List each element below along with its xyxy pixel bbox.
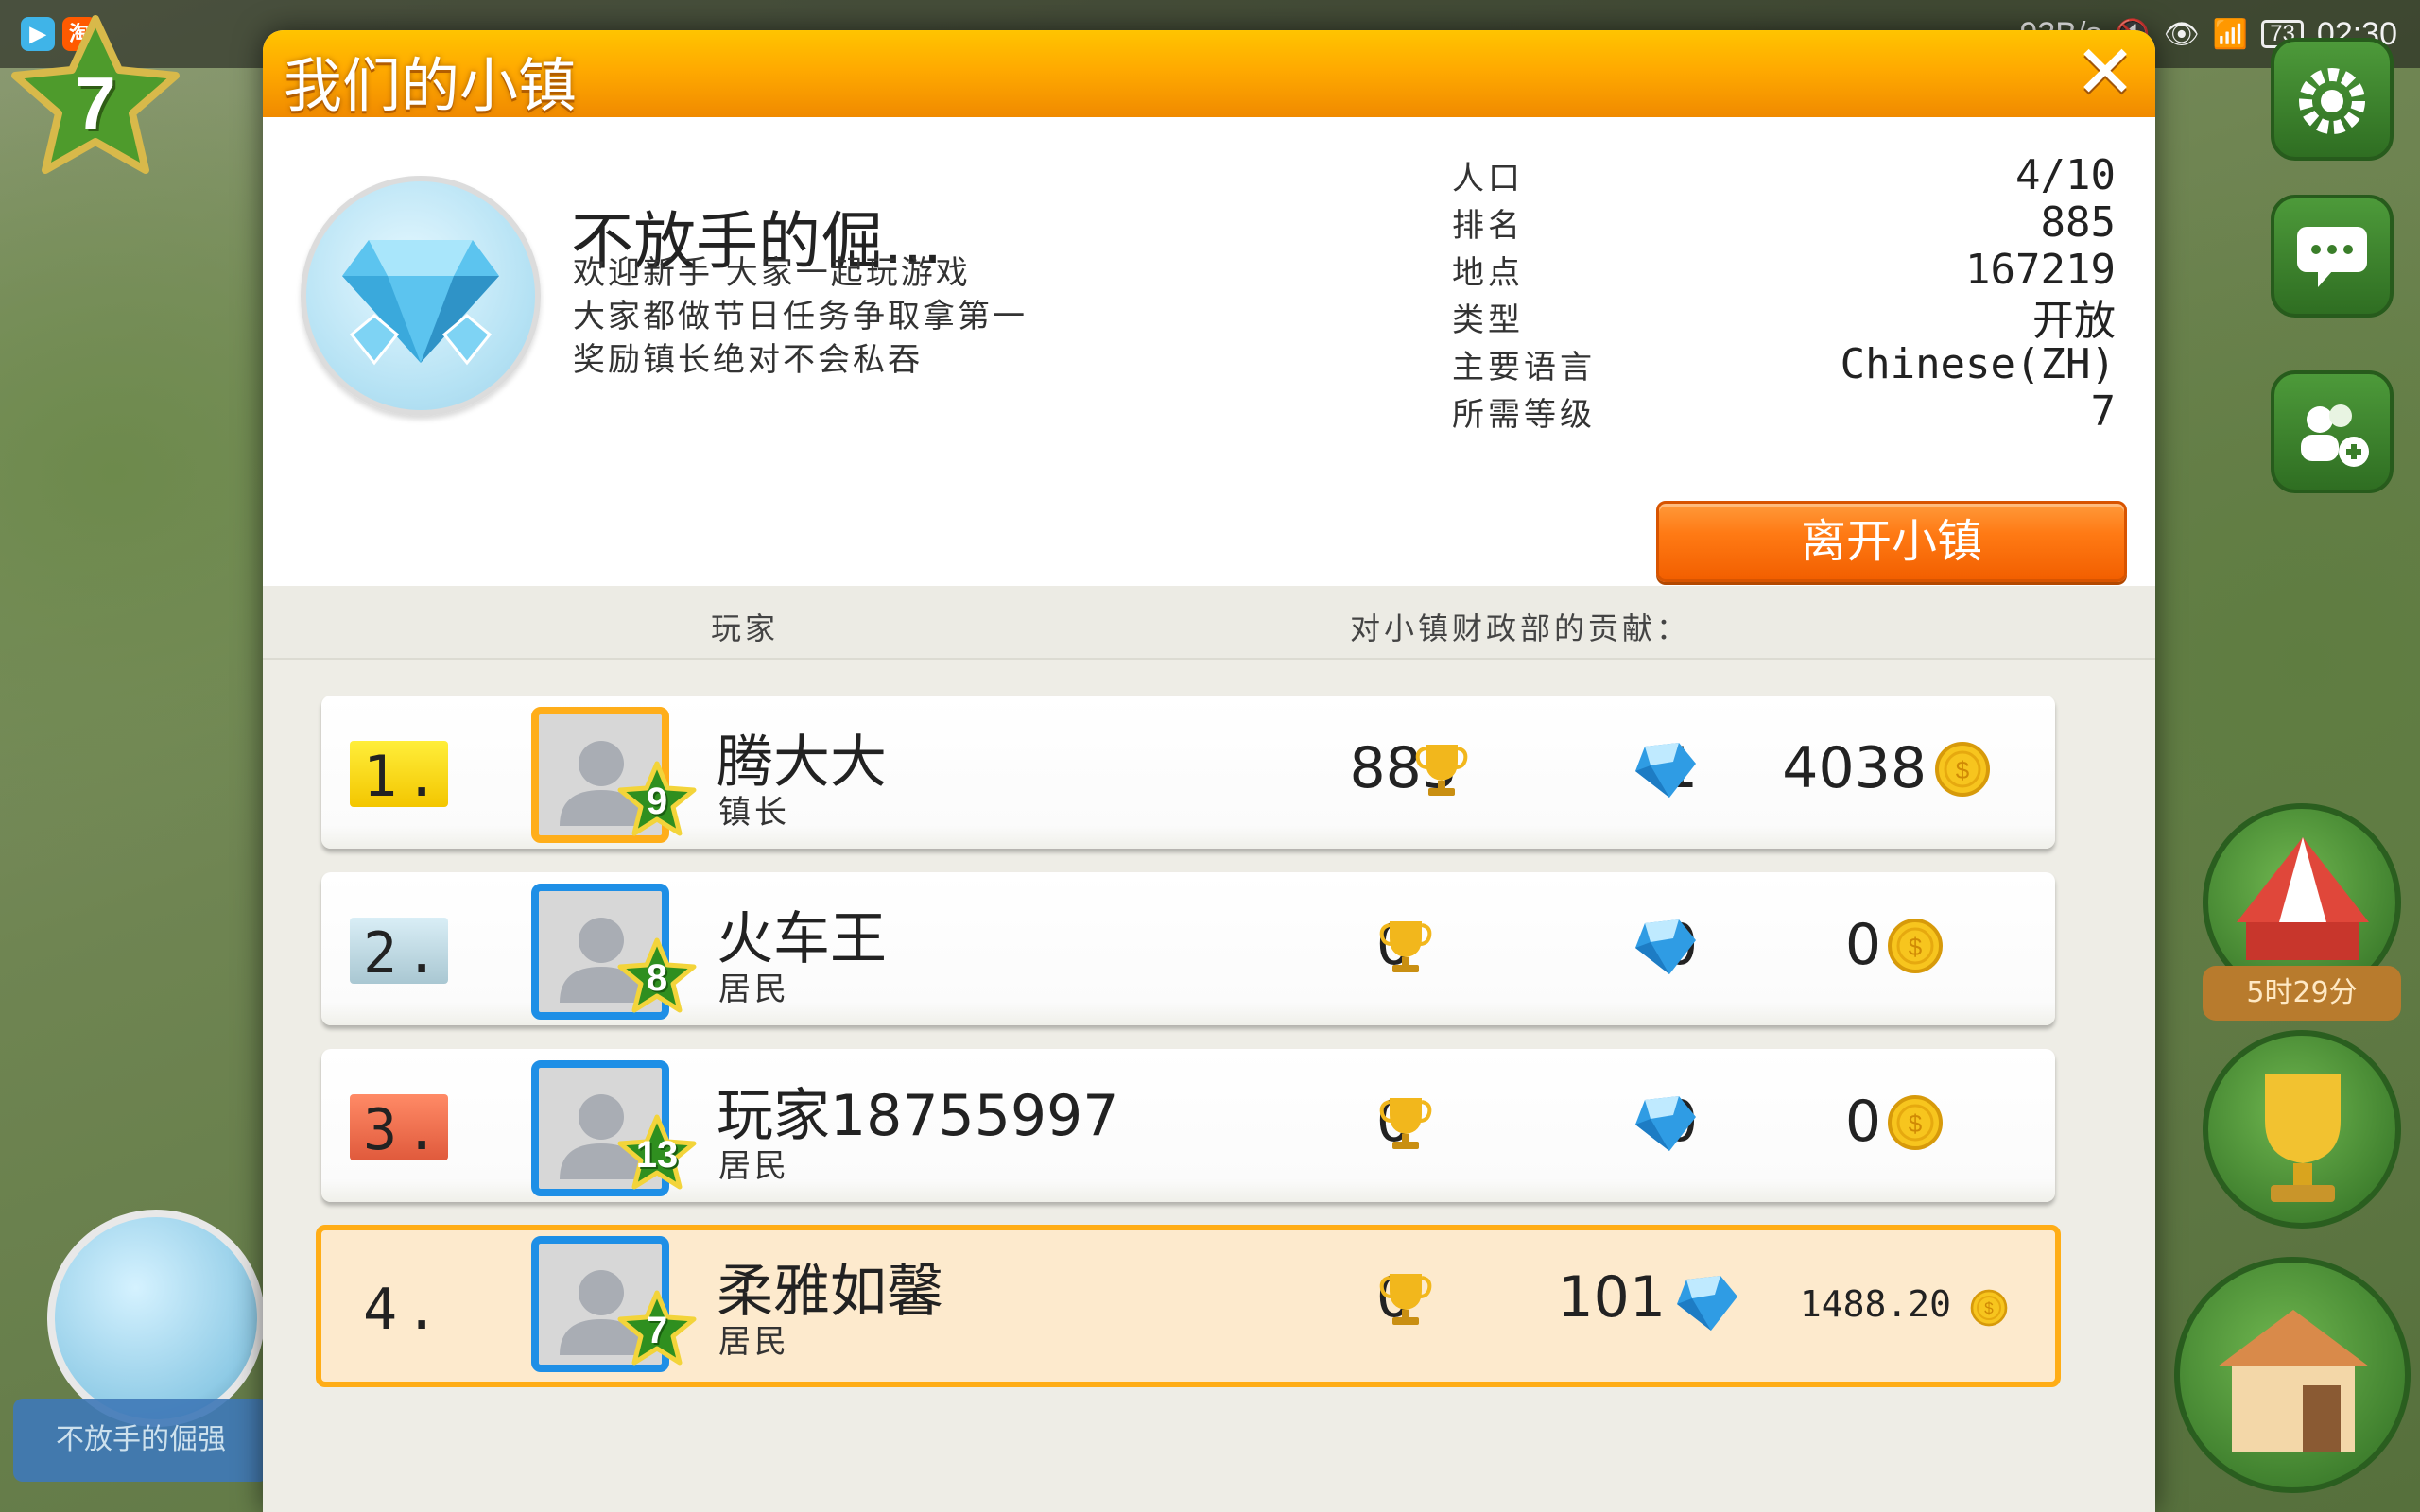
rank-badge: 2. bbox=[350, 918, 448, 987]
wifi-icon: 📶 bbox=[2212, 18, 2249, 50]
leave-town-button[interactable]: 离开小镇 bbox=[1656, 501, 2127, 582]
player-level: 9 bbox=[646, 781, 668, 822]
svg-text:$: $ bbox=[1909, 1109, 1923, 1138]
stat-value: 4/10 bbox=[2015, 150, 2116, 199]
add-friend-button[interactable] bbox=[2271, 370, 2394, 493]
chat-icon bbox=[2297, 227, 2367, 287]
town-emblem bbox=[301, 176, 541, 416]
player-role: 镇长 bbox=[718, 794, 790, 832]
stat-label: 地点 bbox=[1452, 253, 1524, 292]
stat-value: Chinese(ZH) bbox=[1840, 339, 2116, 388]
level-star: 13 bbox=[616, 1113, 698, 1193]
town-description-line: 欢迎新手 大家一起玩游戏 bbox=[573, 254, 971, 292]
coin-count: 0 bbox=[1844, 1089, 1881, 1155]
level-star: 7 bbox=[616, 1289, 698, 1368]
shop-button[interactable] bbox=[2174, 1257, 2411, 1493]
stat-label: 主要语言 bbox=[1452, 348, 1596, 387]
coin-icon: $ bbox=[1888, 919, 1943, 973]
coin-icon: $ bbox=[1970, 1289, 2008, 1327]
house-icon bbox=[2218, 1310, 2369, 1452]
rank-badge: 1. bbox=[350, 741, 448, 810]
stat-rank: 排名 885 bbox=[1452, 198, 2116, 247]
stat-label: 类型 bbox=[1452, 301, 1524, 339]
town-info-panel: 不放手的倔... 欢迎新手 大家一起玩游戏 大家都做节日任务争取拿第一 奖励镇长… bbox=[263, 117, 2155, 586]
stat-value: 885 bbox=[2040, 198, 2116, 247]
svg-text:$: $ bbox=[1956, 756, 1970, 784]
stat-label: 所需等级 bbox=[1452, 395, 1596, 434]
event-timer: 5时29分 bbox=[2203, 966, 2401, 1021]
trophy-icon bbox=[1379, 921, 1432, 972]
player-level: 13 bbox=[635, 1134, 679, 1176]
stat-label: 排名 bbox=[1452, 206, 1524, 245]
diamond-count: 101 bbox=[1557, 1264, 1666, 1331]
trophy-icon bbox=[1415, 745, 1468, 796]
stat-value: 开放 bbox=[2032, 297, 2116, 345]
town-dialog: 我们的小镇 ✕ 不放手的倔... 欢迎新手 大家一起玩游戏 大家都做节日任务争取… bbox=[263, 30, 2155, 1512]
diamond-icon bbox=[1635, 743, 1696, 798]
level-star: 8 bbox=[616, 936, 698, 1016]
stat-language: 主要语言 Chinese(ZH) bbox=[1452, 339, 2116, 388]
settings-button[interactable] bbox=[2271, 38, 2394, 161]
town-stats: 人口 4/10 排名 885 地点 167219 类型 开放 主要语言 Chin… bbox=[1452, 150, 2117, 436]
diamond-icon bbox=[1677, 1276, 1737, 1331]
player-level: 7 bbox=[75, 61, 116, 145]
town-description-line: 奖励镇长绝对不会私吞 bbox=[573, 341, 923, 379]
svg-text:$: $ bbox=[1984, 1299, 1994, 1318]
coin-icon: $ bbox=[1888, 1095, 1943, 1150]
table-row[interactable]: 1. 9 腾大大 镇长 885 1 4038 bbox=[321, 696, 2055, 849]
eye-icon: 👁 bbox=[2163, 18, 2200, 50]
town-description-line: 大家都做节日任务争取拿第一 bbox=[573, 298, 1028, 335]
player-level: 7 bbox=[646, 1310, 668, 1351]
chat-button[interactable] bbox=[2271, 195, 2394, 318]
trophy-icon bbox=[1379, 1274, 1432, 1325]
diamond-icon bbox=[342, 240, 499, 366]
stat-label: 人口 bbox=[1452, 159, 1524, 198]
gear-icon bbox=[2299, 68, 2365, 134]
column-header-player: 玩家 bbox=[711, 610, 780, 646]
trophy-button[interactable] bbox=[2203, 1030, 2401, 1228]
trophy-icon bbox=[2265, 1074, 2341, 1202]
close-icon[interactable]: ✕ bbox=[2070, 36, 2140, 110]
coin-count: 1488.20 bbox=[1799, 1283, 1951, 1325]
svg-text:$: $ bbox=[1909, 933, 1923, 961]
diamond-icon bbox=[1635, 919, 1696, 974]
level-star: 9 bbox=[616, 760, 698, 839]
town-banner: 不放手的倔强 bbox=[13, 1399, 268, 1482]
rank-badge: 3. bbox=[350, 1094, 448, 1163]
coin-count: 4038 bbox=[1782, 735, 1927, 801]
stat-required-level: 所需等级 7 bbox=[1452, 387, 2117, 436]
diamond-icon bbox=[1635, 1096, 1696, 1151]
stat-location: 地点 167219 bbox=[1452, 246, 2116, 294]
members-table-header: 玩家 对小镇财政部的贡献： bbox=[263, 586, 2155, 660]
add-friend-icon bbox=[2301, 404, 2369, 467]
dialog-title: 我们的小镇 bbox=[284, 51, 578, 120]
stat-type: 类型 开放 bbox=[1452, 293, 2116, 345]
trophy-icon bbox=[1379, 1098, 1432, 1149]
coin-icon: $ bbox=[1935, 742, 1990, 797]
rank-badge: 4. bbox=[363, 1277, 447, 1343]
town-emblem-button[interactable] bbox=[47, 1210, 265, 1427]
player-role: 居民 bbox=[718, 1147, 790, 1185]
stat-population: 人口 4/10 bbox=[1452, 150, 2116, 199]
player-role: 居民 bbox=[718, 1323, 790, 1361]
player-level: 8 bbox=[646, 957, 668, 999]
coin-count: 0 bbox=[1844, 912, 1881, 978]
player-level-badge[interactable]: 7 bbox=[6, 11, 185, 181]
table-row-current-user[interactable]: 4. 7 柔雅如馨 居民 0 101 1488.20 bbox=[316, 1225, 2061, 1387]
player-role: 居民 bbox=[718, 971, 790, 1008]
column-header-contribution: 对小镇财政部的贡献： bbox=[1350, 610, 1691, 646]
dialog-title-bar: 我们的小镇 ✕ bbox=[263, 30, 2155, 120]
town-description: 欢迎新手 大家一起玩游戏 大家都做节日任务争取拿第一 奖励镇长绝对不会私吞 bbox=[573, 251, 1028, 382]
table-row[interactable]: 2. 8 火车王 居民 0 0 0 bbox=[321, 872, 2055, 1025]
stat-value: 7 bbox=[2090, 387, 2117, 436]
table-row[interactable]: 3. 13 玩家18755997 居民 0 0 0 bbox=[321, 1049, 2055, 1202]
